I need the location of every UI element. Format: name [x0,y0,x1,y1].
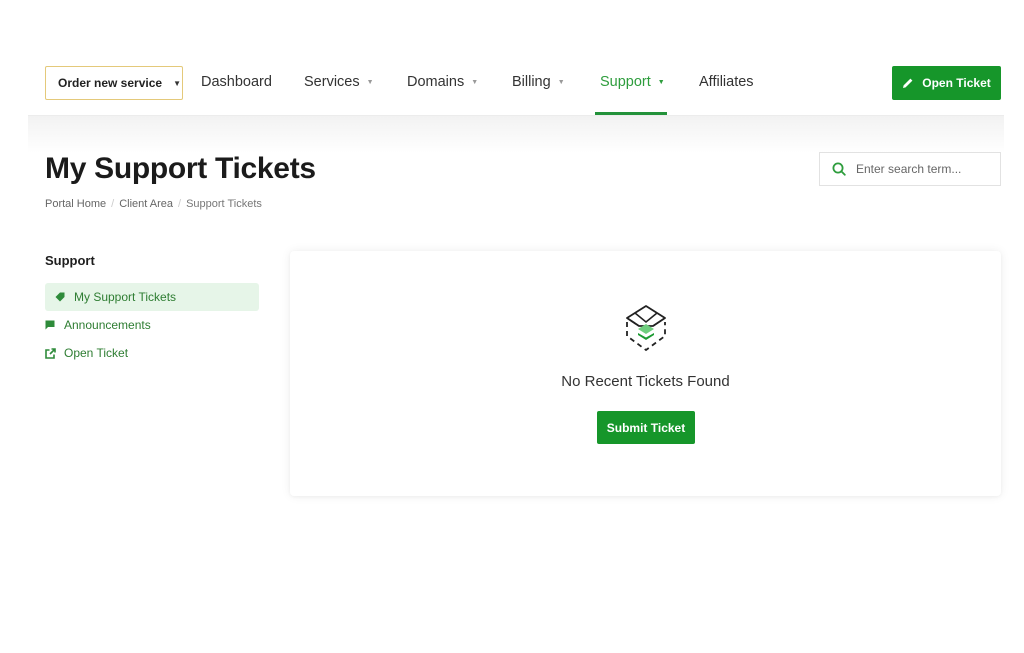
submit-ticket-button[interactable]: Submit Ticket [597,411,695,444]
tag-icon [55,292,67,302]
sidebar-item-announcements[interactable]: Announcements [45,311,259,339]
search-input[interactable] [856,162,996,176]
sidebar-heading: Support [45,253,95,268]
open-ticket-label: Open Ticket [922,76,991,90]
nav-services[interactable]: Services ▼ [304,72,374,92]
sidebar-item-label: Announcements [64,318,151,332]
caret-down-icon: ▼ [366,78,374,86]
order-new-service-label: Order new service [58,76,163,90]
nav-dashboard[interactable]: Dashboard [201,72,272,92]
nav-active-indicator [595,112,667,115]
sidebar-item-my-support-tickets[interactable]: My Support Tickets [45,283,259,311]
nav-support[interactable]: Support ▼ [600,72,665,92]
empty-box-envelope-icon [626,305,666,352]
nav-label: Billing [512,74,551,90]
search-icon [832,162,846,176]
empty-state-message: No Recent Tickets Found [561,373,730,390]
open-ticket-button[interactable]: Open Ticket [892,66,1001,100]
order-new-service-button[interactable]: Order new service ▼ [45,66,183,100]
sidebar-item-label: My Support Tickets [74,290,177,304]
nav-domains[interactable]: Domains ▼ [407,72,478,92]
sidebar-item-label: Open Ticket [64,346,129,360]
nav-label: Support [600,74,651,90]
tickets-card: No Recent Tickets Found Submit Ticket [290,251,1001,496]
submit-ticket-label: Submit Ticket [606,420,686,435]
external-link-icon [45,347,57,359]
breadcrumb-current: Support Tickets [186,198,262,210]
caret-down-icon: ▼ [657,78,665,86]
nav-label: Domains [407,74,465,90]
nav-label: Affiliates [699,74,754,90]
page-title: My Support Tickets [45,152,316,185]
breadcrumb-client-area[interactable]: Client Area [119,198,173,210]
header-shadow-strip [28,115,1004,153]
nav-label: Dashboard [201,74,272,90]
pencil-icon [903,78,913,88]
nav-label: Services [304,74,360,90]
nav-billing[interactable]: Billing ▼ [512,72,565,92]
breadcrumb-separator: / [178,198,182,210]
sidebar-item-open-ticket[interactable]: Open Ticket [45,339,259,367]
caret-down-icon: ▼ [471,78,479,86]
search-box [819,152,1001,186]
breadcrumb-portal-home[interactable]: Portal Home [45,198,106,210]
caret-down-icon: ▼ [173,78,181,88]
breadcrumb: Portal Home / Client Area / Support Tick… [45,198,262,210]
caret-down-icon: ▼ [557,78,565,86]
nav-affiliates[interactable]: Affiliates [699,72,754,92]
flag-icon [45,320,57,330]
breadcrumb-separator: / [111,198,115,210]
